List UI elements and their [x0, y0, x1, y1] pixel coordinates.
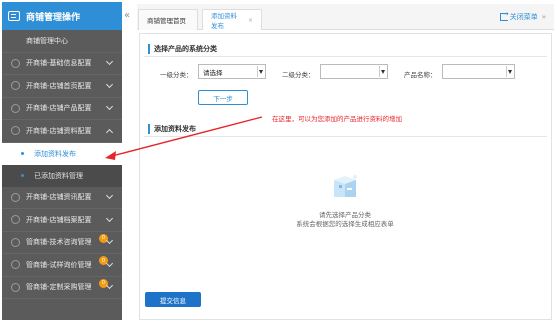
chevron-up-icon	[105, 128, 114, 136]
close-icon[interactable]: ×	[248, 17, 253, 24]
sidebar-item-label: 管商铺-定制采购管理	[26, 283, 92, 292]
shop-manage-icon	[8, 11, 20, 21]
sidebar-item-shop-center[interactable]: 商铺管理中心	[2, 30, 122, 53]
tab-add-material[interactable]: 添加资料发布 ×	[202, 9, 262, 30]
close-menu-button[interactable]: 关闭菜单 »	[499, 10, 546, 22]
sidebar-item-label: 管商铺-技术咨询管理	[26, 238, 92, 247]
menu-icon	[11, 58, 20, 68]
submit-button[interactable]: 提交信息	[145, 292, 201, 307]
level1-label: 一级分类：	[160, 71, 193, 79]
collapse-sidebar-icon[interactable]: «	[124, 10, 130, 21]
sidebar-item-label: 开商铺-店铺档案配置	[26, 215, 92, 224]
tab-label: 添加资料发布	[211, 12, 237, 30]
empty-hint-line2: 系统会根据您的选择生成相应表单	[296, 220, 394, 228]
divider	[144, 56, 547, 57]
chevron-down-icon	[105, 214, 114, 222]
select-divider	[506, 66, 507, 77]
dropdown-arrow-icon	[508, 70, 512, 74]
sidebar-item-label: 开商铺-店铺资料配置	[26, 126, 92, 135]
sidebar-subitem-label: 已添加资料管理	[34, 171, 83, 180]
chevron-down-icon	[105, 80, 114, 88]
sidebar-item-material-config[interactable]: 开商铺-店铺资料配置	[2, 120, 122, 143]
chevron-down-icon	[105, 58, 114, 66]
sidebar-subitem-material-manage[interactable]: 已添加资料管理	[2, 164, 122, 187]
select-divider	[379, 66, 380, 77]
section-title-category: 选择产品的系统分类	[148, 44, 217, 54]
menu-icon	[11, 126, 20, 136]
chevron-down-icon	[105, 192, 114, 200]
section-title-add-material: 添加资料发布	[148, 124, 196, 134]
chevron-down-icon	[105, 282, 114, 290]
sidebar-item-news-config[interactable]: 开商铺-店铺资讯配置	[2, 187, 122, 209]
bullet-icon	[21, 174, 24, 177]
main-content: 选择产品的系统分类 一级分类： 请选择 二级分类： 产品名称： 下一步 添加资料…	[139, 33, 552, 320]
sidebar-title: 商铺管理操作	[26, 12, 81, 23]
sidebar-item-label: 管商铺-试样询价管理	[26, 260, 92, 269]
sidebar-item-product-config[interactable]: 开商铺-店铺产品配置	[2, 98, 122, 120]
menu-icon	[11, 237, 20, 247]
product-name-label: 产品名称：	[404, 71, 437, 79]
sidebar-item-label: 商铺管理中心	[26, 36, 68, 45]
exit-icon	[499, 10, 509, 21]
dropdown-arrow-icon	[381, 70, 385, 74]
sidebar-item-basic-info[interactable]: 开商铺-基础信息配置	[2, 53, 122, 75]
sidebar-item-label: 开商铺-基础信息配置	[26, 59, 92, 68]
tab-label: 商铺管理首页	[147, 17, 186, 25]
sidebar-item-label: 开商铺-店铺产品配置	[26, 104, 92, 113]
sidebar-header: 商铺管理操作	[2, 2, 122, 30]
level2-label: 二级分类：	[282, 71, 315, 79]
menu-icon	[11, 192, 20, 202]
chevron-down-icon	[105, 259, 114, 267]
menu-icon	[11, 215, 20, 225]
menu-icon	[11, 81, 20, 91]
next-step-button[interactable]: 下一步	[198, 90, 248, 105]
chevron-down-icon	[105, 103, 114, 111]
annotation-text: 在这里，可以为您添加的产品进行资料的增加	[272, 115, 402, 123]
sidebar-item-archive-config[interactable]: 开商铺-店铺档案配置	[2, 209, 122, 232]
level1-select-value: 请选择	[203, 68, 223, 77]
sidebar-item-sample-inquiry[interactable]: 管商铺-试样询价管理 0	[2, 254, 122, 277]
select-divider	[257, 66, 258, 77]
menu-icon	[11, 103, 20, 113]
chevron-down-icon	[105, 237, 114, 245]
sidebar: 商铺管理操作 商铺管理中心 开商铺-基础信息配置 开商铺-店铺首页配置 开商铺-…	[2, 2, 122, 320]
product-name-select[interactable]	[442, 64, 515, 79]
sidebar-subitem-label: 添加资料发布	[34, 149, 76, 158]
level1-select[interactable]: 请选择	[198, 64, 266, 79]
sidebar-item-label: 开商铺-店铺首页配置	[26, 81, 92, 90]
sidebar-item-homepage-config[interactable]: 开商铺-店铺首页配置	[2, 75, 122, 98]
tab-shop-home[interactable]: 商铺管理首页	[138, 9, 198, 30]
bullet-icon	[21, 152, 24, 155]
sidebar-item-label: 开商铺-店铺资讯配置	[26, 193, 92, 202]
close-menu-label: 关闭菜单	[509, 13, 538, 21]
dropdown-arrow-icon	[259, 70, 263, 74]
menu-icon	[11, 260, 20, 270]
divider	[144, 136, 547, 137]
double-chevron-right-icon[interactable]: »	[542, 13, 546, 21]
empty-box-icon	[334, 175, 357, 197]
tab-bar: 商铺管理首页 添加资料发布 × 关闭菜单 »	[137, 4, 554, 30]
sidebar-item-custom-purchase[interactable]: 管商铺-定制采购管理 0	[2, 277, 122, 299]
level2-select[interactable]	[320, 64, 388, 79]
sidebar-subitem-add-material[interactable]: 添加资料发布	[2, 142, 122, 165]
sidebar-item-tech-consult[interactable]: 管商铺-技术咨询管理 0	[2, 232, 122, 254]
menu-icon	[11, 282, 20, 292]
